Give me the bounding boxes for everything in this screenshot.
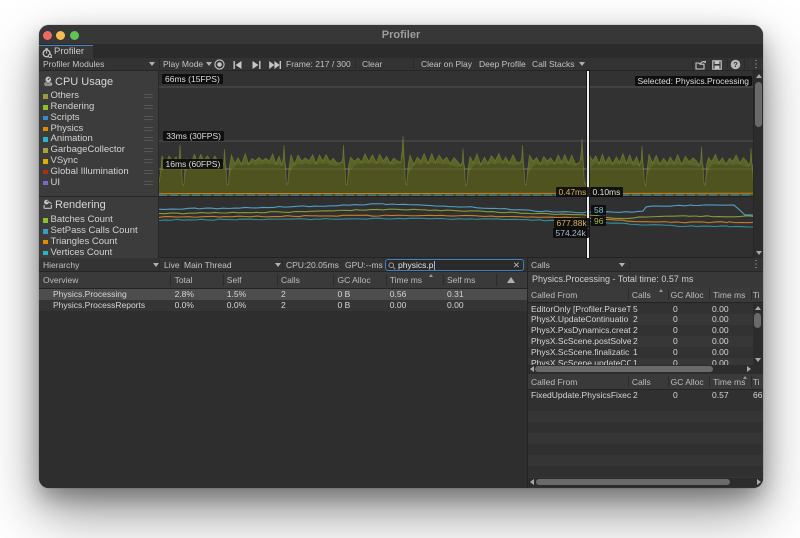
svg-text:?: ? (733, 60, 738, 69)
svg-text:CPU: CPU (45, 82, 51, 86)
